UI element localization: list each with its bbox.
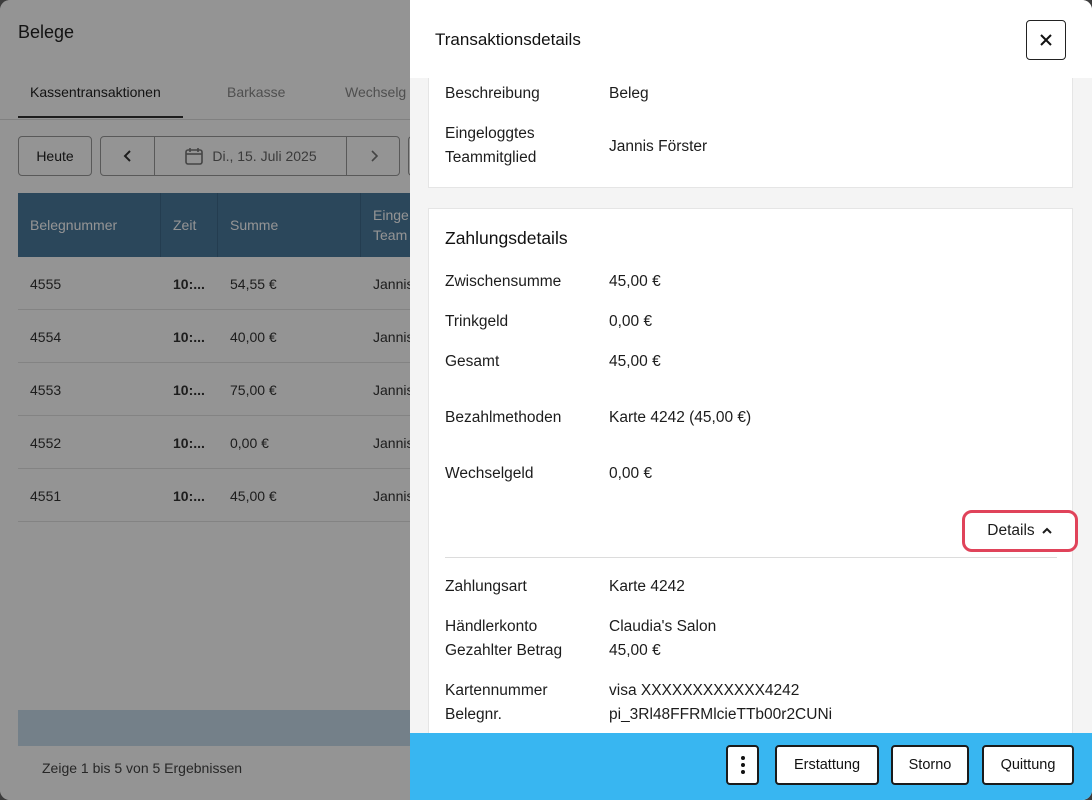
payment-type-label: Zahlungsart (445, 578, 527, 595)
description-label: Beschreibung (445, 85, 540, 102)
drawer-header: Transaktionsdetails (410, 0, 1092, 78)
close-icon (1040, 34, 1052, 46)
team-member-label-line2: Teammitglied (445, 149, 537, 166)
cancel-transaction-button[interactable]: Storno (891, 745, 969, 785)
receipt-number-value: pi_3Rl48FFRMlcieTTb00r2CUNi (609, 706, 833, 723)
description-value: Beleg (609, 85, 649, 102)
more-vertical-icon (740, 756, 745, 774)
action-bar: Erstattung Storno Quittung (410, 733, 1092, 800)
details-button-label: Details (987, 522, 1035, 539)
payment-details-card: Zahlungsdetails Zwischensumme 45,00 € Tr… (428, 208, 1078, 738)
change-value: 0,00 € (609, 465, 653, 482)
details-divider (445, 557, 1057, 558)
payment-type-value: Karte 4242 (609, 578, 685, 595)
team-member-value: Jannis Förster (609, 138, 708, 155)
paid-amount-label: Gezahlter Betrag (445, 642, 563, 659)
transaction-info-card: Beschreibung Beleg Eingeloggtes Teammitg… (428, 70, 1073, 188)
total-label: Gesamt (445, 353, 500, 370)
transaction-details-drawer: Beschreibung Beleg Eingeloggtes Teammitg… (410, 0, 1092, 800)
total-value: 45,00 € (609, 353, 661, 370)
card-number-value: visa XXXXXXXXXXXX4242 (609, 682, 800, 699)
more-actions-button[interactable] (726, 745, 759, 785)
payment-methods-value: Karte 4242 (45,00 €) (609, 409, 752, 426)
close-button[interactable] (1026, 20, 1066, 60)
merchant-account-label: Händlerkonto (445, 618, 538, 635)
subtotal-label: Zwischensumme (445, 273, 562, 290)
tip-value: 0,00 € (609, 313, 653, 330)
payment-methods-label: Bezahlmethoden (445, 409, 562, 426)
details-toggle-button[interactable]: Details (962, 510, 1078, 552)
team-member-label-line1: Eingeloggtes (445, 125, 535, 142)
change-label: Wechselgeld (445, 465, 534, 482)
receipt-number-label: Belegnr. (445, 706, 502, 723)
subtotal-value: 45,00 € (609, 273, 661, 290)
refund-button[interactable]: Erstattung (775, 745, 879, 785)
card-number-label: Kartennummer (445, 682, 548, 699)
tip-label: Trinkgeld (445, 313, 509, 330)
merchant-account-value: Claudia's Salon (609, 618, 717, 635)
receipt-button[interactable]: Quittung (982, 745, 1074, 785)
payment-details-title: Zahlungsdetails (445, 228, 568, 248)
paid-amount-value: 45,00 € (609, 642, 661, 659)
chevron-up-icon (1041, 527, 1052, 534)
drawer-title: Transaktionsdetails (435, 30, 581, 49)
